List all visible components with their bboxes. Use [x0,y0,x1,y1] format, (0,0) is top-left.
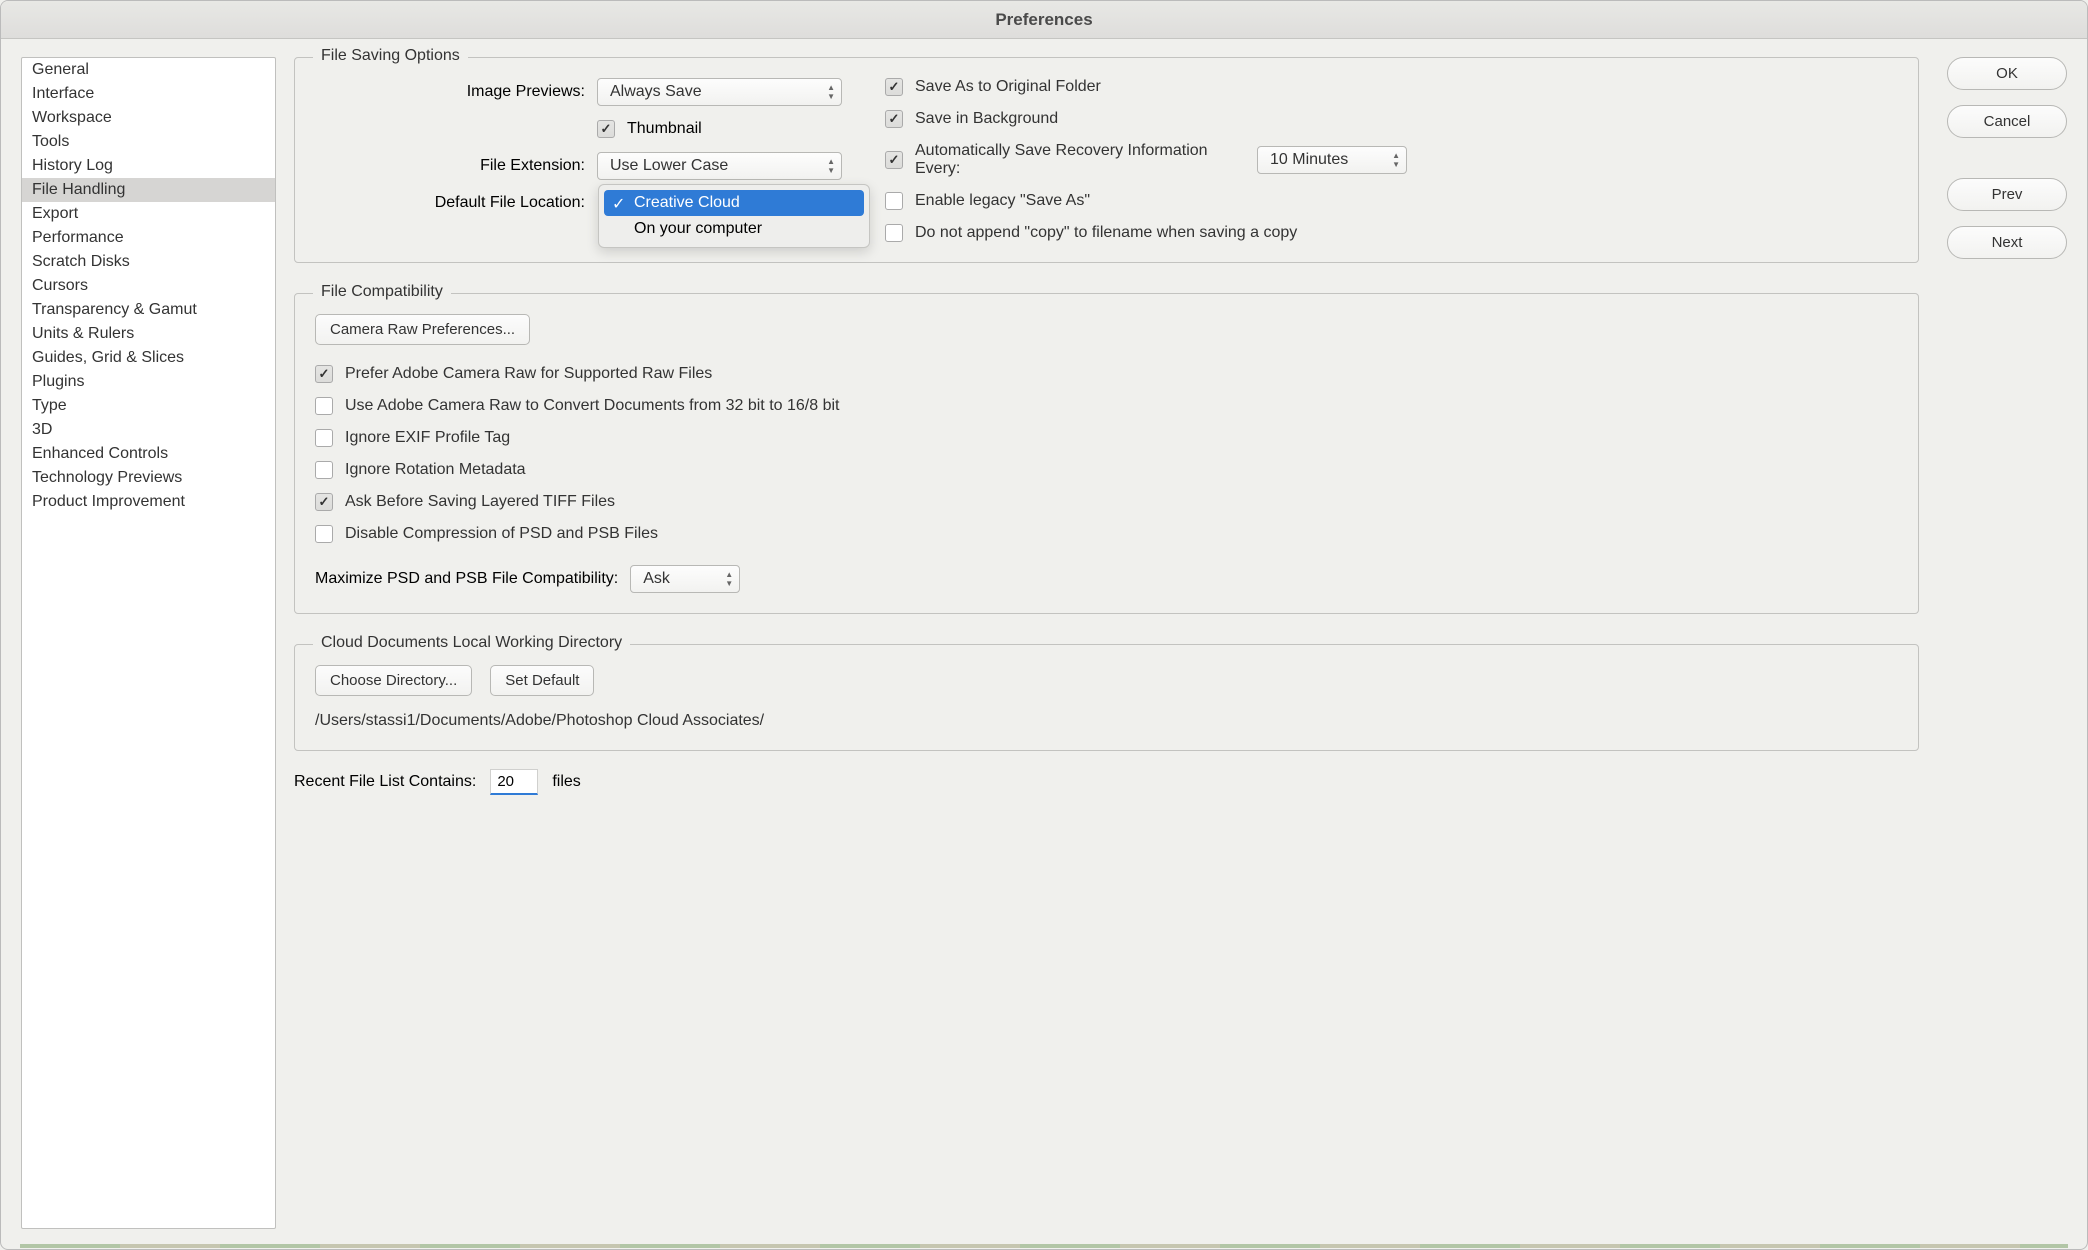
ok-button[interactable]: OK [1947,57,2067,90]
recent-files-input[interactable] [490,769,538,795]
file-extension-label: File Extension: [315,157,585,175]
ignore-rotation-checkbox[interactable] [315,461,333,479]
background-thumbnails [20,1244,2068,1248]
file-saving-legend: File Saving Options [313,47,468,65]
window-title: Preferences [995,10,1092,30]
cloud-documents-legend: Cloud Documents Local Working Directory [313,634,630,652]
no-append-copy-checkbox[interactable] [885,224,903,242]
dialog-buttons: OK Cancel Prev Next [1947,57,2067,1229]
auto-recovery-checkbox[interactable] [885,151,903,169]
choose-directory-button[interactable]: Choose Directory... [315,665,472,696]
prev-button[interactable]: Prev [1947,178,2067,211]
sidebar-item-transparency-gamut[interactable]: Transparency & Gamut [22,298,275,322]
sidebar-item-type[interactable]: Type [22,394,275,418]
auto-recovery-interval-select[interactable]: 10 Minutes ▲▼ [1257,146,1407,174]
file-extension-select[interactable]: Use Lower Case ▲▼ [597,152,842,180]
sidebar-item-general[interactable]: General [22,58,275,82]
titlebar: Preferences [1,1,2087,39]
default-file-location-label: Default File Location: [315,194,585,212]
prefer-camera-raw-checkbox[interactable] [315,365,333,383]
prefer-camera-raw-label: Prefer Adobe Camera Raw for Supported Ra… [345,365,712,383]
sidebar-item-cursors[interactable]: Cursors [22,274,275,298]
sidebar-item-3d[interactable]: 3D [22,418,275,442]
dropdown-option-creative-cloud[interactable]: Creative Cloud [604,190,864,216]
preferences-sidebar: General Interface Workspace Tools Histor… [21,57,276,1229]
ask-tiff-label: Ask Before Saving Layered TIFF Files [345,493,615,511]
chevrons-icon: ▲▼ [827,157,835,175]
sidebar-item-plugins[interactable]: Plugins [22,370,275,394]
camera-raw-preferences-button[interactable]: Camera Raw Preferences... [315,314,530,345]
sidebar-item-enhanced-controls[interactable]: Enhanced Controls [22,442,275,466]
sidebar-item-technology-previews[interactable]: Technology Previews [22,466,275,490]
thumbnail-checkbox[interactable] [597,120,615,138]
maximize-compat-value: Ask [643,570,670,588]
sidebar-item-tools[interactable]: Tools [22,130,275,154]
sidebar-item-history-log[interactable]: History Log [22,154,275,178]
sidebar-item-performance[interactable]: Performance [22,226,275,250]
auto-recovery-label: Automatically Save Recovery Information … [915,142,1245,178]
main-panel: File Saving Options Image Previews: Alwa… [294,57,1929,1229]
disable-compression-checkbox[interactable] [315,525,333,543]
sidebar-item-file-handling[interactable]: File Handling [22,178,275,202]
sidebar-item-product-improvement[interactable]: Product Improvement [22,490,275,514]
chevrons-icon: ▲▼ [725,570,733,588]
ignore-rotation-label: Ignore Rotation Metadata [345,461,526,479]
recent-files-label: Recent File List Contains: [294,773,476,791]
sidebar-item-interface[interactable]: Interface [22,82,275,106]
ask-tiff-checkbox[interactable] [315,493,333,511]
image-previews-value: Always Save [610,83,702,101]
sidebar-item-scratch-disks[interactable]: Scratch Disks [22,250,275,274]
maximize-compat-select[interactable]: Ask ▲▼ [630,565,740,593]
next-button[interactable]: Next [1947,226,2067,259]
use-camera-raw-convert-label: Use Adobe Camera Raw to Convert Document… [345,397,839,415]
cloud-documents-group: Cloud Documents Local Working Directory … [294,644,1919,751]
sidebar-item-guides-grid-slices[interactable]: Guides, Grid & Slices [22,346,275,370]
disable-compression-label: Disable Compression of PSD and PSB Files [345,525,658,543]
save-as-original-label: Save As to Original Folder [915,78,1101,96]
chevrons-icon: ▲▼ [1392,151,1400,169]
thumbnail-label: Thumbnail [627,120,702,138]
legacy-save-as-label: Enable legacy "Save As" [915,192,1090,210]
image-previews-select[interactable]: Always Save ▲▼ [597,78,842,106]
chevrons-icon: ▲▼ [827,83,835,101]
save-background-checkbox[interactable] [885,110,903,128]
save-as-original-checkbox[interactable] [885,78,903,96]
save-background-label: Save in Background [915,110,1058,128]
file-saving-options-group: File Saving Options Image Previews: Alwa… [294,57,1919,263]
sidebar-item-units-rulers[interactable]: Units & Rulers [22,322,275,346]
legacy-save-as-checkbox[interactable] [885,192,903,210]
image-previews-label: Image Previews: [315,83,585,101]
cancel-button[interactable]: Cancel [1947,105,2067,138]
file-compatibility-group: File Compatibility Camera Raw Preference… [294,293,1919,614]
maximize-compat-label: Maximize PSD and PSB File Compatibility: [315,570,618,588]
ignore-exif-checkbox[interactable] [315,429,333,447]
ignore-exif-label: Ignore EXIF Profile Tag [345,429,510,447]
set-default-button[interactable]: Set Default [490,665,594,696]
sidebar-item-workspace[interactable]: Workspace [22,106,275,130]
cloud-directory-path: /Users/stassi1/Documents/Adobe/Photoshop… [315,712,1898,730]
auto-recovery-interval-value: 10 Minutes [1270,151,1348,169]
file-compatibility-legend: File Compatibility [313,283,451,301]
file-extension-value: Use Lower Case [610,157,728,175]
use-camera-raw-convert-checkbox[interactable] [315,397,333,415]
default-file-location-dropdown[interactable]: Creative Cloud On your computer [598,184,870,248]
no-append-copy-label: Do not append "copy" to filename when sa… [915,224,1297,242]
dropdown-option-on-your-computer[interactable]: On your computer [604,216,864,242]
recent-files-suffix: files [552,773,580,791]
sidebar-item-export[interactable]: Export [22,202,275,226]
